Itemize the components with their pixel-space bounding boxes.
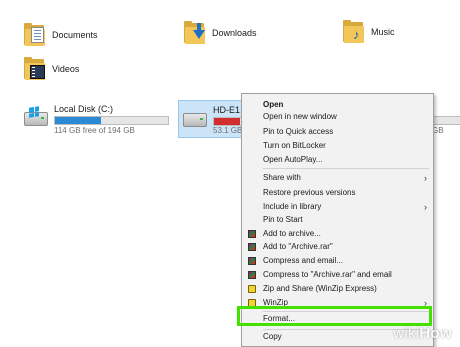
rar-icon [248,230,256,238]
menu-item-label: Compress to "Archive.rar" and email [263,270,392,279]
menu-item-restore-previous-versions[interactable]: Restore previous versions [242,187,433,199]
menu-item-turn-on-bitlocker[interactable]: Turn on BitLocker [242,140,433,152]
folder-videos[interactable]: Videos [24,57,79,81]
hard-drive-icon [24,106,48,126]
menu-item-zip-and-share[interactable]: Zip and Share (WinZip Express) [242,283,433,295]
menu-item-label: Include in library [263,202,322,211]
music-folder-icon: ♪ [343,20,365,44]
menu-item-add-to-archive[interactable]: Add to archive... [242,228,433,240]
drive-name: Local Disk (C:) [54,104,114,114]
rar-icon [248,243,256,251]
drive-local-disk-c[interactable]: Local Disk (C:) 114 GB free of 194 GB [24,104,174,136]
menu-item-label: Open AutoPlay... [263,155,323,164]
drive-partial[interactable]: GB [432,104,460,136]
drive-usage-bar [54,116,169,125]
menu-item-label: Compress and email... [263,256,344,265]
hard-drive-icon [183,113,207,127]
menu-item-label: Add to archive... [263,229,321,238]
menu-item-label: Open in new window [263,112,337,121]
menu-item-label: Pin to Quick access [263,127,334,136]
documents-folder-icon [24,23,46,47]
windows-logo-icon [29,106,39,118]
chevron-right-icon: › [424,202,427,212]
menu-item-share-with[interactable]: Share with › [242,172,433,184]
folder-label: Documents [52,30,98,40]
folder-label: Downloads [212,28,257,38]
videos-folder-icon [24,57,46,81]
format-highlight-box [237,306,432,326]
folder-label: Music [371,27,395,37]
menu-item-add-to-archive-rar[interactable]: Add to "Archive.rar" [242,241,433,253]
menu-item-pin-to-start[interactable]: Pin to Start [242,214,433,226]
menu-item-label: Pin to Start [263,215,303,224]
menu-item-label: Share with [263,173,301,182]
winzip-icon [248,285,256,293]
folder-documents[interactable]: Documents [24,23,98,47]
menu-item-open[interactable]: Open [242,99,433,111]
drive-hd-e1[interactable]: HD-E1 (E 53.1 GB fr [178,100,255,138]
menu-separator [263,168,429,169]
menu-item-compress-and-email[interactable]: Compress and email... [242,255,433,267]
menu-item-label: Open [263,100,284,109]
menu-item-label: Restore previous versions [263,188,356,197]
rar-icon [248,257,256,265]
menu-item-label: Add to "Archive.rar" [263,242,333,251]
drive-usage-bar [432,116,460,125]
folder-label: Videos [52,64,80,74]
menu-item-compress-to-archive-rar-email[interactable]: Compress to "Archive.rar" and email [242,269,433,281]
menu-item-label: Zip and Share (WinZip Express) [263,284,377,293]
menu-item-include-in-library[interactable]: Include in library › [242,201,433,213]
wikihow-watermark: wikiHow [393,325,452,342]
menu-item-label: Copy [263,332,282,341]
drive-free-space: 114 GB free of 194 GB [54,126,135,135]
menu-item-open-new-window[interactable]: Open in new window [242,111,433,123]
downloads-folder-icon [184,21,206,45]
rar-icon [248,271,256,279]
menu-item-open-autoplay[interactable]: Open AutoPlay... [242,154,433,166]
menu-item-pin-quick-access[interactable]: Pin to Quick access [242,126,433,138]
folder-downloads[interactable]: Downloads [184,21,257,45]
folder-music[interactable]: ♪ Music [343,20,395,44]
chevron-right-icon: › [424,173,427,183]
menu-item-label: Turn on BitLocker [263,141,326,150]
